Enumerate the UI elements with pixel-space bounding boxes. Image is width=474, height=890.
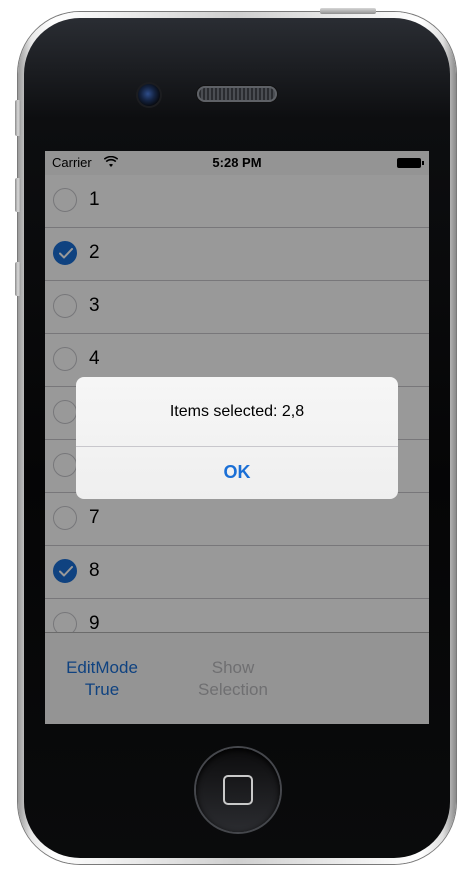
volume-up-button [15,178,21,212]
home-button[interactable] [196,748,280,832]
screen: Carrier 5:28 PM 123456789 EditMode True … [45,151,429,724]
volume-down-button [15,262,21,296]
alert-message: Items selected: 2,8 [169,403,305,420]
sleep-button [320,8,376,14]
mute-switch [15,100,21,136]
home-square-icon [223,775,253,805]
earpiece-speaker [197,86,277,102]
alert-dialog: Items selected: 2,8 OK [76,377,398,499]
alert-ok-button[interactable]: OK [76,446,398,499]
front-camera [138,84,160,106]
